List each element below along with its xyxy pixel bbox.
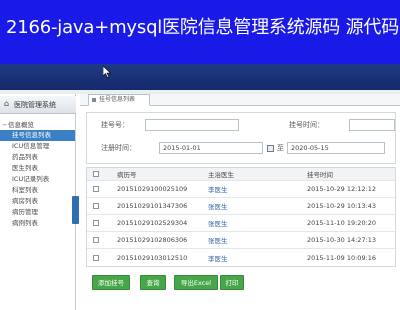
record-id: 20151029102529304 — [117, 219, 188, 227]
doctor-name: 张医生 — [208, 237, 228, 245]
sidebar-item-records[interactable]: 病历管理 — [0, 207, 75, 218]
doctor-name: 李医生 — [208, 254, 228, 263]
sidebar-item-icu[interactable]: ICU信息管理 — [0, 141, 75, 152]
record-id: 20151029100025109 — [117, 185, 188, 193]
reg-time-input[interactable] — [349, 119, 395, 131]
select-all-checkbox[interactable] — [93, 171, 99, 177]
sidebar-item-wards[interactable]: 病房列表 — [0, 196, 75, 207]
reg-time-label: 挂号时间： — [289, 121, 324, 129]
row-checkbox[interactable] — [93, 203, 99, 209]
reg-no-input[interactable] — [145, 119, 239, 131]
registration-time: 2015-11-10 19:20:20 — [307, 219, 377, 227]
record-id: 20151029102806306 — [117, 236, 188, 244]
column-header-doctor[interactable]: 主治医生 — [208, 168, 234, 180]
registration-time: 2015-10-30 14:27:13 — [307, 236, 377, 244]
sidebar-item-registration[interactable]: 挂号信息列表 — [0, 130, 75, 141]
registration-time: 2015-10-29 12:12:12 — [307, 185, 377, 193]
row-checkbox[interactable] — [93, 254, 99, 261]
tab-page-icon — [92, 98, 96, 102]
sidebar-item-icu-records[interactable]: ICU记录列表 — [0, 174, 75, 185]
table-header-row: 病历号 主治医生 挂号时间 — [87, 168, 395, 181]
doctor-name: 李医生 — [208, 186, 228, 194]
registration-time: 2015-10-29 10:13:43 — [307, 202, 377, 210]
row-checkbox[interactable] — [93, 186, 99, 192]
date-from-input[interactable]: 2015-01-01 — [159, 142, 263, 154]
sidebar: ⌂ 医院管理系统 −信息概览 挂号信息列表 ICU信息管理 药品列表 医生列表 … — [0, 94, 76, 310]
sidebar-item-drugs[interactable]: 药品列表 — [0, 152, 75, 163]
reg-no-label: 挂号号： — [101, 121, 129, 129]
sidebar-nav-list: 挂号信息列表 ICU信息管理 药品列表 医生列表 ICU记录列表 科室列表 病房… — [0, 130, 75, 229]
row-checkbox[interactable] — [93, 220, 99, 226]
tab-bar: 挂号信息列表 — [80, 94, 400, 106]
sidebar-header[interactable]: ⌂ 医院管理系统 — [0, 96, 76, 114]
table-row[interactable]: 20151029100025109 李医生 2015-10-29 12:12:1… — [87, 181, 395, 198]
row-checkbox[interactable] — [93, 237, 99, 243]
doctor-name: 张医生 — [208, 203, 228, 211]
search-form: 挂号号： 挂号时间： 注册时间： 2015-01-01 至 2020-05-15 — [86, 112, 396, 164]
column-header-time[interactable]: 挂号时间 — [307, 168, 333, 180]
date-to-input[interactable]: 2020-05-15 — [287, 142, 385, 154]
tab-registration-list[interactable]: 挂号信息列表 — [88, 94, 150, 106]
table-row[interactable]: 20151029102529304 张医生 2015-11-10 19:20:2… — [87, 215, 395, 232]
home-icon: ⌂ — [4, 99, 10, 108]
sidebar-item-cases[interactable]: 病例列表 — [0, 218, 75, 229]
sidebar-item-doctors[interactable]: 医生列表 — [0, 163, 75, 174]
table-row[interactable]: 20151029103012510 李医生 2015-11-09 10:09:1… — [87, 249, 395, 266]
date-range-label: 注册时间： — [101, 144, 136, 152]
sidebar-collapse-handle[interactable] — [72, 196, 79, 224]
add-registration-button[interactable]: 添加挂号 — [92, 275, 130, 290]
action-buttons: 添加挂号 查询 导出Excel 打印 — [92, 275, 392, 291]
column-header-id[interactable]: 病历号 — [117, 168, 137, 180]
sidebar-section-title[interactable]: −信息概览 — [2, 119, 34, 129]
video-title-banner: 2166-java+mysql医院信息管理系统源码 源代码 Eclipse项 — [0, 0, 400, 64]
main-panel: 挂号信息列表 挂号号： 挂号时间： 注册时间： 2015-01-01 至 202… — [80, 94, 400, 310]
mouse-cursor-icon — [103, 66, 111, 78]
record-id: 20151029101347306 — [117, 202, 188, 210]
calendar-icon[interactable] — [267, 145, 274, 152]
banner-title: 2166-java+mysql医院信息管理系统源码 源代码 Eclipse项 — [6, 17, 400, 38]
table-row[interactable]: 20151029102806306 张医生 2015-10-30 14:27:1… — [87, 232, 395, 249]
sidebar-item-departments[interactable]: 科室列表 — [0, 185, 75, 196]
date-range-separator: 至 — [277, 144, 284, 152]
registration-table: 病历号 主治医生 挂号时间 20151029100025109 李医生 2015… — [86, 167, 396, 267]
table-row[interactable]: 20151029101347306 张医生 2015-10-29 10:13:4… — [87, 198, 395, 215]
registration-time: 2015-11-09 10:09:16 — [307, 253, 377, 262]
sidebar-header-title: 医院管理系统 — [14, 101, 56, 109]
doctor-name: 张医生 — [208, 220, 228, 228]
record-id: 20151029103012510 — [117, 253, 188, 262]
query-button[interactable]: 查询 — [140, 275, 166, 290]
export-excel-button[interactable]: 导出Excel — [174, 275, 218, 290]
print-button[interactable]: 打印 — [220, 275, 244, 290]
app-topbar — [0, 64, 400, 90]
